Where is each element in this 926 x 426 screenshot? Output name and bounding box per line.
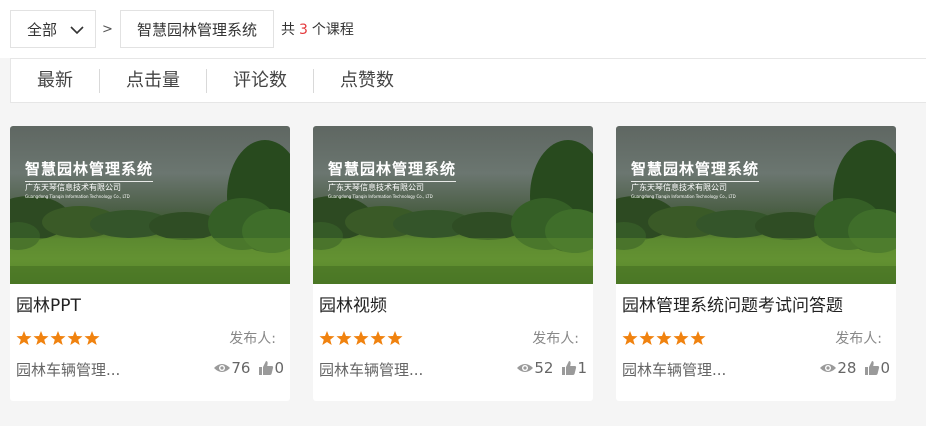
thumbnail-company: 广东天琴信息技术有限公司 [328, 183, 424, 192]
star-icon [67, 331, 83, 345]
course-thumbnail[interactable]: 智慧园林管理系统 广东天琴信息技术有限公司 Guangdong Tianqin … [313, 126, 593, 284]
rating-stars [319, 330, 403, 346]
course-count: 共 3 个课程 [281, 19, 354, 39]
category-tag[interactable]: 智慧园林管理系统 [120, 10, 275, 48]
star-icon [690, 331, 706, 345]
eye-icon [214, 364, 231, 372]
thumbs-up-icon[interactable] [561, 360, 577, 376]
star-icon [336, 331, 352, 345]
sort-likes[interactable]: 点赞数 [314, 69, 420, 93]
thumbnail-title: 智慧园林管理系统 [631, 158, 760, 182]
course-title[interactable]: 园林PPT [16, 291, 81, 316]
breadcrumb-separator: > [102, 22, 113, 37]
star-icon [319, 331, 335, 345]
course-title[interactable]: 园林视频 [319, 291, 387, 316]
star-icon [84, 331, 100, 345]
star-icon [387, 331, 403, 345]
course-card[interactable]: 智慧园林管理系统 广东天琴信息技术有限公司 Guangdong Tianqin … [313, 126, 593, 401]
thumbnail-company: 广东天琴信息技术有限公司 [25, 183, 121, 192]
course-department: 园林车辆管理... [319, 361, 424, 379]
count-number: 3 [299, 22, 308, 38]
star-icon [622, 331, 638, 345]
star-icon [353, 331, 369, 345]
course-stats: 76 0 [213, 359, 284, 377]
course-stats: 28 0 [819, 359, 890, 377]
eye-icon [517, 364, 534, 372]
like-count: 0 [274, 359, 284, 377]
course-stats: 52 1 [516, 359, 587, 377]
count-suffix: 个课程 [311, 22, 354, 38]
star-icon [16, 331, 32, 345]
category-select-value: 全部 [27, 20, 58, 39]
thumbs-up-icon[interactable] [258, 360, 274, 376]
filter-bar: 全部 > 智慧园林管理系统 共 3 个课程 [0, 0, 926, 58]
rating-stars [622, 330, 706, 346]
thumbnail-title: 智慧园林管理系统 [25, 158, 154, 182]
park-photo [10, 140, 290, 284]
star-icon [370, 331, 386, 345]
star-icon [656, 331, 672, 345]
thumbnail-company-en: Guangdong Tianqin Information Technology… [25, 194, 130, 199]
category-select[interactable]: 全部 [10, 10, 96, 48]
sort-bar: 最新 点击量 评论数 点赞数 [10, 58, 926, 103]
star-icon [673, 331, 689, 345]
rating-stars [16, 330, 100, 346]
park-photo [616, 140, 896, 284]
course-card[interactable]: 智慧园林管理系统 广东天琴信息技术有限公司 Guangdong Tianqin … [616, 126, 896, 401]
view-count: 76 [231, 359, 251, 377]
publisher-label: 发布人: [835, 331, 882, 347]
eye-icon [820, 364, 837, 372]
sort-clicks[interactable]: 点击量 [100, 68, 207, 93]
publisher-label: 发布人: [532, 331, 579, 347]
course-thumbnail[interactable]: 智慧园林管理系统 广东天琴信息技术有限公司 Guangdong Tianqin … [616, 126, 896, 284]
course-card[interactable]: 智慧园林管理系统 广东天琴信息技术有限公司 Guangdong Tianqin … [10, 126, 290, 401]
thumbnail-company-en: Guangdong Tianqin Information Technology… [328, 194, 433, 199]
thumbnail-company: 广东天琴信息技术有限公司 [631, 183, 727, 192]
like-count: 1 [577, 359, 587, 377]
thumbnail-company-en: Guangdong Tianqin Information Technology… [631, 194, 736, 199]
thumbs-up-icon[interactable] [864, 360, 880, 376]
sort-latest[interactable]: 最新 [11, 68, 100, 93]
sort-comments[interactable]: 评论数 [207, 68, 314, 93]
course-title[interactable]: 园林管理系统问题考试问答题 [622, 291, 843, 316]
star-icon [33, 331, 49, 345]
course-department: 园林车辆管理... [622, 361, 727, 379]
star-icon [50, 331, 66, 345]
course-department: 园林车辆管理... [16, 361, 121, 379]
course-thumbnail[interactable]: 智慧园林管理系统 广东天琴信息技术有限公司 Guangdong Tianqin … [10, 126, 290, 284]
thumbnail-title: 智慧园林管理系统 [328, 158, 457, 182]
park-photo [313, 140, 593, 284]
like-count: 0 [880, 359, 890, 377]
chevron-down-icon [70, 26, 84, 35]
view-count: 52 [534, 359, 554, 377]
count-prefix: 共 [281, 22, 295, 38]
publisher-label: 发布人: [229, 331, 276, 347]
view-count: 28 [837, 359, 857, 377]
star-icon [639, 331, 655, 345]
